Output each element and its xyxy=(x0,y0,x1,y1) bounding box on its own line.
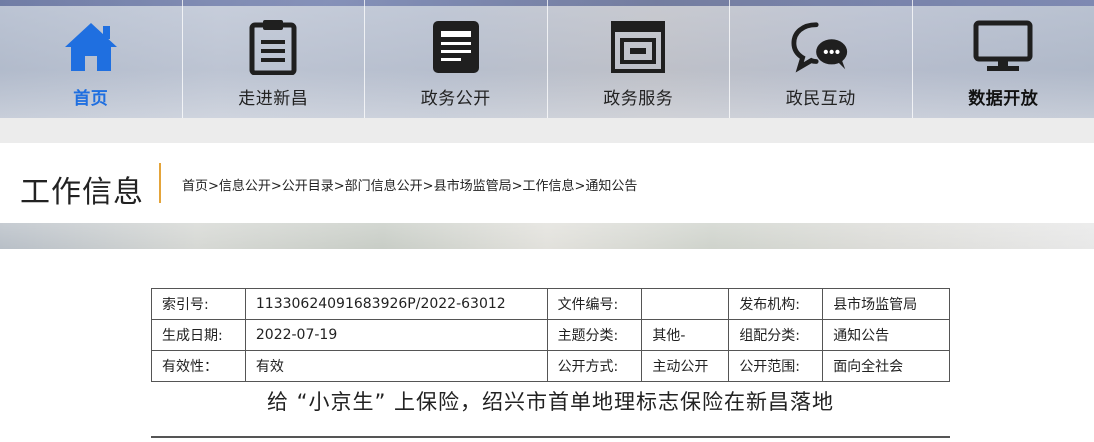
breadcrumb[interactable]: 首页>信息公开>公开目录>部门信息公开>县市场监管局>工作信息>通知公告 xyxy=(182,175,637,194)
meta-value-date: 2022-07-19 xyxy=(244,319,548,351)
meta-key-date: 生成日期: xyxy=(151,319,246,351)
meta-value-validity: 有效 xyxy=(244,350,548,382)
home-icon xyxy=(61,18,121,76)
document-icon xyxy=(426,18,486,76)
meta-value-doc-number xyxy=(641,288,730,320)
nav-item-home[interactable]: 首页 xyxy=(0,0,183,118)
nav-item-gov-open[interactable]: 政务公开 xyxy=(365,0,548,118)
title-rule xyxy=(151,436,950,438)
nav-item-interaction[interactable]: 政民互动 xyxy=(730,0,913,118)
title-divider xyxy=(159,163,161,203)
meta-key-validity: 有效性： xyxy=(151,350,246,382)
article-title: 给 “小京生” 上保险，绍兴市首单地理标志保险在新昌落地 xyxy=(266,390,835,414)
document-meta-table: 索引号: 11330624091683926P/2022-63012 文件编号:… xyxy=(151,288,950,382)
monitor-icon xyxy=(973,18,1033,76)
meta-value-disclosure-mode: 主动公开 xyxy=(641,350,730,382)
nav-label-interaction: 政民互动 xyxy=(785,89,856,109)
service-window-icon xyxy=(608,18,668,76)
meta-value-publisher: 县市场监管局 xyxy=(822,288,950,320)
nav-label-about: 走进新昌 xyxy=(238,89,309,109)
meta-value-index: 11330624091683926P/2022-63012 xyxy=(244,288,548,320)
meta-key-doc-number: 文件编号: xyxy=(546,288,643,320)
table-row: 索引号: 11330624091683926P/2022-63012 文件编号:… xyxy=(151,288,950,320)
header-band-bottom xyxy=(0,223,1094,249)
table-row: 生成日期: 2022-07-19 主题分类: 其他- 组配分类: 通知公告 xyxy=(151,319,950,351)
clipboard-icon xyxy=(243,18,303,76)
meta-key-category: 组配分类: xyxy=(728,319,824,351)
nav-label-gov-service: 政务服务 xyxy=(603,89,674,109)
nav-item-about[interactable]: 走进新昌 xyxy=(183,0,365,118)
meta-value-category: 通知公告 xyxy=(822,319,950,351)
nav-item-gov-service[interactable]: 政务服务 xyxy=(548,0,730,118)
page-title: 工作信息 xyxy=(20,175,144,210)
meta-value-scope: 面向全社会 xyxy=(822,350,950,382)
header-band-top xyxy=(0,118,1094,143)
meta-value-topic: 其他- xyxy=(641,319,730,351)
meta-key-publisher: 发布机构: xyxy=(728,288,824,320)
meta-key-index: 索引号: xyxy=(151,288,246,320)
nav-label-open-data: 数据开放 xyxy=(968,89,1039,109)
nav-item-open-data[interactable]: 数据开放 xyxy=(913,0,1094,118)
meta-key-scope: 公开范围: xyxy=(728,350,824,382)
chat-bubbles-icon xyxy=(791,18,851,76)
nav-label-home: 首页 xyxy=(73,89,109,109)
top-navigation: 首页 走进新昌 政务公开 政务服务 政民互动 数据开放 xyxy=(0,0,1094,118)
meta-key-topic: 主题分类: xyxy=(546,319,643,351)
section-header: 工作信息 首页>信息公开>公开目录>部门信息公开>县市场监管局>工作信息>通知公… xyxy=(0,143,1094,223)
nav-label-gov-open: 政务公开 xyxy=(420,89,491,109)
table-row: 有效性： 有效 公开方式: 主动公开 公开范围: 面向全社会 xyxy=(151,350,950,382)
meta-key-disclosure-mode: 公开方式: xyxy=(546,350,643,382)
